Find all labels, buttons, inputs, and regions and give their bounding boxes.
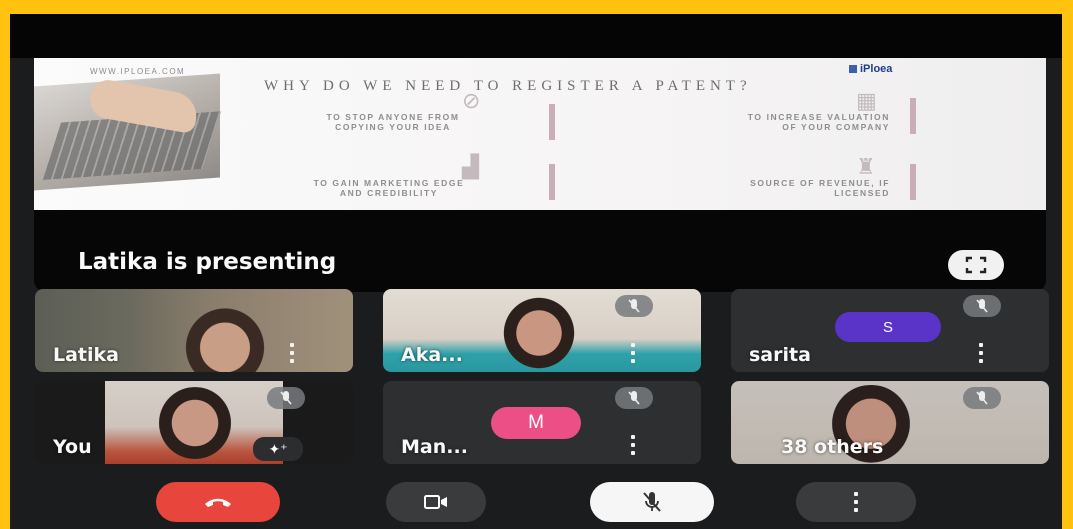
mic-muted-indicator bbox=[267, 387, 305, 409]
mic-off-icon bbox=[628, 299, 640, 313]
participant-name: sarita bbox=[749, 344, 811, 366]
mic-off-icon bbox=[628, 391, 640, 405]
participant-tile-you[interactable]: You ✦⁺ bbox=[35, 381, 353, 464]
phone-hangup-icon bbox=[205, 498, 231, 507]
participant-name: 38 others bbox=[781, 436, 884, 458]
laptop-image bbox=[34, 73, 222, 191]
mic-off-icon bbox=[976, 299, 988, 313]
camera-button[interactable] bbox=[386, 482, 486, 522]
participant-name: Man... bbox=[401, 436, 468, 458]
presentation-area[interactable]: WWW.IPLOEA.COM iPloea WHY DO WE NEED TO … bbox=[34, 58, 1046, 292]
more-options-icon[interactable] bbox=[630, 435, 636, 455]
more-options-icon[interactable] bbox=[978, 343, 984, 363]
no-entry-icon: ⊘ bbox=[462, 88, 481, 113]
mic-button[interactable] bbox=[590, 482, 714, 522]
slide-item: TO INCREASE VALUATION OF YOUR COMPANY bbox=[630, 112, 890, 132]
participant-tile-latika[interactable]: Latika bbox=[35, 289, 353, 372]
participant-tile-man[interactable]: M Man... bbox=[383, 381, 701, 464]
more-options-button[interactable] bbox=[796, 482, 916, 522]
presenting-label: Latika is presenting bbox=[78, 249, 337, 275]
participant-video bbox=[175, 307, 275, 372]
slide-website: WWW.IPLOEA.COM bbox=[90, 67, 186, 76]
money-bag-icon: ♜ bbox=[856, 154, 876, 179]
fullscreen-button[interactable] bbox=[948, 250, 1004, 280]
building-icon: ▦ bbox=[856, 88, 877, 113]
mic-off-icon bbox=[643, 492, 661, 512]
sparkle-icon: ✦⁺ bbox=[268, 440, 288, 457]
slide-bar bbox=[910, 164, 916, 200]
camera-icon bbox=[424, 495, 447, 509]
participant-avatar: S bbox=[835, 312, 941, 342]
slide-item: SOURCE OF REVENUE, IF LICENSED bbox=[630, 178, 890, 198]
more-options-icon[interactable] bbox=[630, 343, 636, 363]
slide-logo: iPloea bbox=[849, 63, 892, 75]
slide-item-line: TO STOP ANYONE FROM bbox=[326, 112, 460, 122]
participant-tile-aka[interactable]: Aka... bbox=[383, 289, 701, 372]
shared-slide: WWW.IPLOEA.COM iPloea WHY DO WE NEED TO … bbox=[34, 58, 1046, 210]
slide-item-line: LICENSED bbox=[834, 188, 890, 198]
effects-button[interactable]: ✦⁺ bbox=[253, 437, 303, 461]
slide-bar bbox=[549, 104, 555, 140]
end-call-button[interactable] bbox=[156, 482, 280, 522]
participant-video bbox=[495, 297, 583, 372]
slide-bar bbox=[910, 98, 916, 134]
slide-item-line: TO INCREASE VALUATION bbox=[747, 112, 890, 122]
logo-mark-icon bbox=[849, 65, 857, 73]
participant-tile-others[interactable]: 38 others bbox=[731, 381, 1049, 464]
mic-off-icon bbox=[976, 391, 988, 405]
mic-muted-indicator bbox=[615, 387, 653, 409]
slide-item: TO STOP ANYONE FROM COPYING YOUR IDEA bbox=[278, 112, 508, 132]
mic-muted-indicator bbox=[615, 295, 653, 317]
more-vertical-icon bbox=[853, 492, 859, 512]
meeting-screen: WWW.IPLOEA.COM iPloea WHY DO WE NEED TO … bbox=[10, 14, 1062, 529]
participant-name: Aka... bbox=[401, 344, 463, 366]
mic-muted-indicator bbox=[963, 387, 1001, 409]
growth-chart-icon: ▟ bbox=[462, 154, 479, 179]
slide-bar bbox=[549, 164, 555, 200]
slide-title: WHY DO WE NEED TO REGISTER A PATENT? bbox=[264, 78, 752, 94]
slide-item-line: OF YOUR COMPANY bbox=[782, 122, 890, 132]
top-bar bbox=[10, 14, 1062, 58]
participant-name: You bbox=[53, 436, 92, 458]
participant-tile-sarita[interactable]: S sarita bbox=[731, 289, 1049, 372]
participant-name: Latika bbox=[53, 344, 119, 366]
more-options-icon[interactable] bbox=[289, 343, 295, 363]
slide-item-line: TO GAIN MARKETING EDGE bbox=[313, 178, 465, 188]
mic-muted-indicator bbox=[963, 295, 1001, 317]
mic-off-icon bbox=[280, 391, 292, 405]
participant-avatar: M bbox=[491, 407, 581, 439]
fullscreen-icon bbox=[965, 256, 987, 274]
slide-item-line: SOURCE OF REVENUE, IF bbox=[750, 178, 890, 188]
slide-logo-text: iPloea bbox=[860, 63, 893, 75]
slide-item: TO GAIN MARKETING EDGE AND CREDIBILITY bbox=[244, 178, 534, 198]
slide-item-line: AND CREDIBILITY bbox=[339, 188, 439, 198]
slide-item-line: COPYING YOUR IDEA bbox=[335, 122, 451, 132]
